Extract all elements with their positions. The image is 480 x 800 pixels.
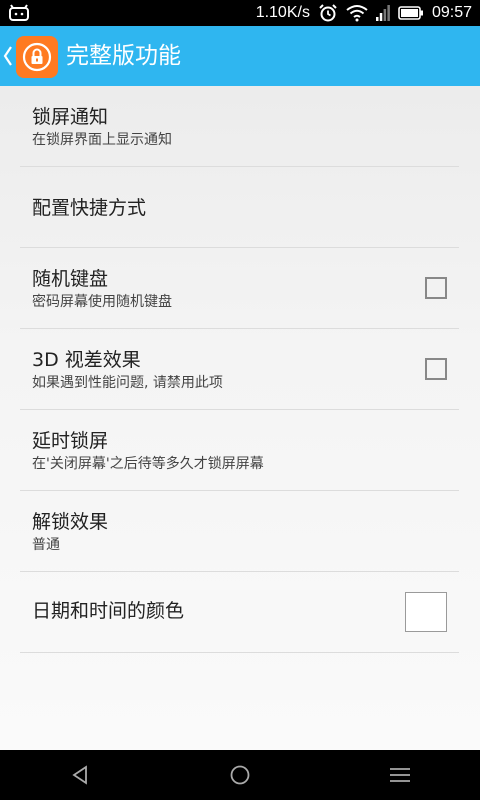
preferences-list: 锁屏通知 在锁屏界面上显示通知 配置快捷方式 随机键盘 密码屏幕使用随机键盘 3… <box>0 86 480 750</box>
pref-unlock-effect[interactable]: 解锁效果 普通 <box>20 491 459 572</box>
pref-title: 延时锁屏 <box>32 430 109 452</box>
pref-title: 日期和时间的颜色 <box>32 600 185 622</box>
pref-title: 配置快捷方式 <box>32 197 147 219</box>
pref-summary: 普通 <box>32 537 60 553</box>
wifi-icon <box>346 5 368 22</box>
random-keyboard-checkbox[interactable] <box>425 277 447 299</box>
network-speed: 1.10K/s <box>255 4 310 21</box>
battery-icon <box>398 6 423 20</box>
pref-title: 随机键盘 <box>32 268 109 290</box>
pref-lockscreen-notification[interactable]: 锁屏通知 在锁屏界面上显示通知 <box>20 86 459 167</box>
back-chevron-icon[interactable] <box>2 44 14 68</box>
page-title: 完整版功能 <box>66 43 181 69</box>
status-bar: 1.10K/s 09:57 <box>0 0 480 26</box>
pref-datetime-color[interactable]: 日期和时间的颜色 <box>20 572 459 653</box>
color-swatch[interactable] <box>405 592 447 632</box>
lock-app-icon[interactable] <box>16 36 58 78</box>
parallax-checkbox[interactable] <box>425 358 447 380</box>
pref-3d-parallax[interactable]: 3D 视差效果 如果遇到性能问题, 请禁用此项 <box>20 329 459 410</box>
action-bar: 完整版功能 <box>0 26 480 86</box>
alarm-icon <box>319 4 337 22</box>
pref-title: 3D 视差效果 <box>32 349 141 371</box>
menu-icon[interactable] <box>388 763 412 787</box>
pref-delay-lock[interactable]: 延时锁屏 在'关闭屏幕'之后待等多久才锁屏屏幕 <box>20 410 459 491</box>
navigation-bar <box>0 750 480 800</box>
back-icon[interactable] <box>68 763 92 787</box>
pref-summary: 在锁屏界面上显示通知 <box>32 132 172 148</box>
pref-summary: 密码屏幕使用随机键盘 <box>32 294 172 310</box>
signal-icon <box>375 5 390 21</box>
clock: 09:57 <box>431 4 472 21</box>
android-notification-icon <box>9 4 29 21</box>
pref-summary: 在'关闭屏幕'之后待等多久才锁屏屏幕 <box>32 456 264 472</box>
lock-icon <box>22 42 52 72</box>
pref-title: 锁屏通知 <box>32 106 109 128</box>
pref-summary: 如果遇到性能问题, 请禁用此项 <box>32 375 223 391</box>
pref-configure-shortcuts[interactable]: 配置快捷方式 <box>20 167 459 248</box>
pref-random-keyboard[interactable]: 随机键盘 密码屏幕使用随机键盘 <box>20 248 459 329</box>
home-icon[interactable] <box>228 763 252 787</box>
pref-title: 解锁效果 <box>32 511 109 533</box>
